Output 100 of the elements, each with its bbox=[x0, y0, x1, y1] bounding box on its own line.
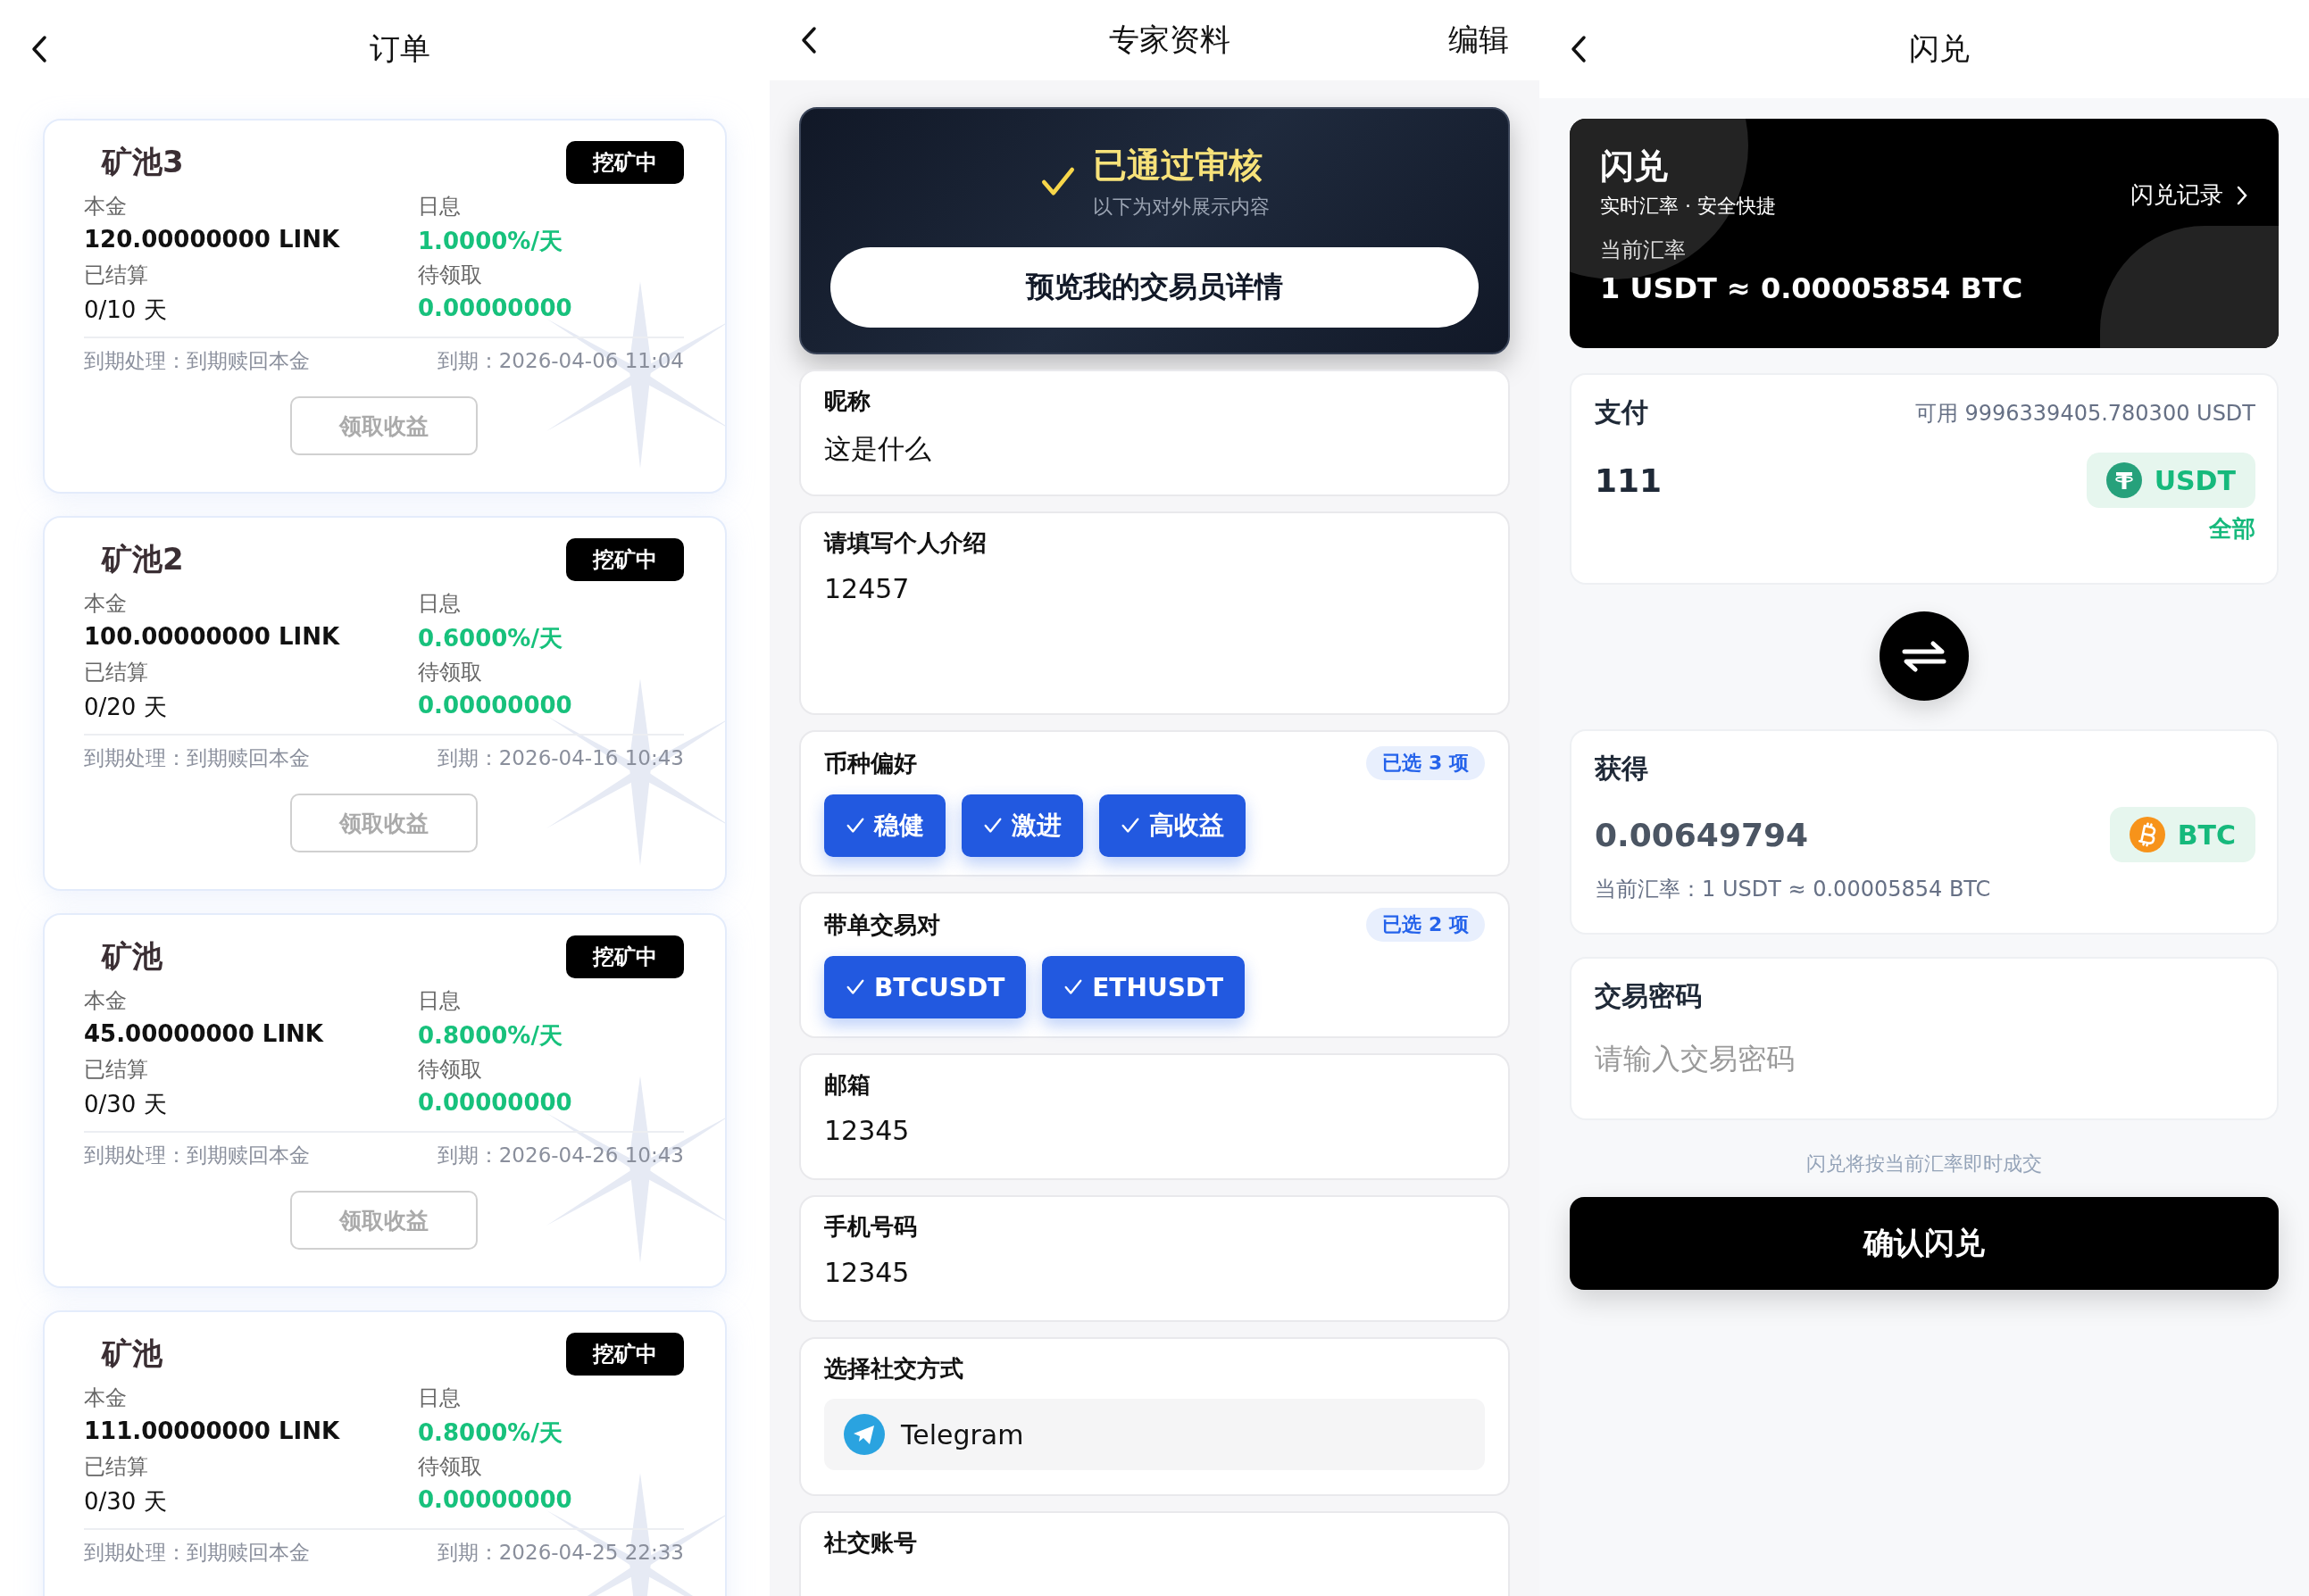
pending-value: 0.00000000 bbox=[418, 1486, 573, 1513]
status-badge: 挖矿中 bbox=[566, 935, 684, 978]
pending-label: 待领取 bbox=[418, 262, 483, 289]
tag-chip[interactable]: ETHUSDT bbox=[1042, 956, 1246, 1018]
expiry-action-text: 到期处理：到期赎回本金 bbox=[84, 745, 310, 771]
preview-button[interactable]: 预览我的交易员详情 bbox=[830, 247, 1479, 328]
tag-chip[interactable]: BTCUSDT bbox=[824, 956, 1027, 1018]
principal-value: 111.00000000 LINK bbox=[84, 1417, 341, 1444]
expiry-date-text: 到期：2026-04-16 10:43 bbox=[437, 745, 684, 771]
check-icon bbox=[1121, 816, 1140, 835]
field-value: 12345 bbox=[824, 1257, 911, 1288]
tether-icon bbox=[2105, 462, 2142, 498]
expiry-date-text: 到期：2026-04-25 22:33 bbox=[437, 1540, 684, 1566]
rate-value: 0.8000%/天 bbox=[418, 1021, 563, 1051]
field-label: 请填写个人介绍 bbox=[824, 528, 988, 558]
pool-name: 矿池3 bbox=[102, 143, 184, 181]
settled-label: 已结算 bbox=[84, 1453, 149, 1481]
expiry-action-text: 到期处理：到期赎回本金 bbox=[84, 1540, 310, 1566]
tag-chip[interactable]: 激进 bbox=[962, 794, 1083, 857]
field-value: 12345 bbox=[824, 1115, 911, 1146]
pay-label: 支付 bbox=[1595, 395, 1648, 429]
field-label: 邮箱 bbox=[824, 1070, 871, 1100]
field-value: 12457 bbox=[824, 573, 911, 604]
chevron-right-icon bbox=[2236, 184, 2248, 206]
principal-value: 45.00000000 LINK bbox=[84, 1020, 325, 1047]
pending-label: 待领取 bbox=[418, 659, 483, 686]
status-badge: 挖矿中 bbox=[566, 1333, 684, 1376]
chevron-left-icon bbox=[800, 26, 818, 54]
rate-text: 当前汇率：1 USDT ≈ 0.00005854 BTC bbox=[1595, 876, 1992, 903]
settled-value: 0/30 天 bbox=[84, 1487, 168, 1517]
review-subtitle: 以下为对外展示内容 bbox=[1093, 195, 1270, 220]
rate-label: 日息 bbox=[418, 590, 462, 618]
paper-plane-icon bbox=[844, 1414, 885, 1455]
settled-value: 0/30 天 bbox=[84, 1090, 168, 1119]
field-label: 昵称 bbox=[824, 387, 871, 416]
settled-label: 已结算 bbox=[84, 659, 149, 686]
settled-value: 0/10 天 bbox=[84, 295, 168, 325]
principal-label: 本金 bbox=[84, 193, 128, 220]
password-label: 交易密码 bbox=[1595, 979, 1703, 1013]
rate-value: 0.8000%/天 bbox=[418, 1418, 563, 1448]
pending-value: 0.00000000 bbox=[418, 1089, 573, 1116]
page-title: 订单 bbox=[369, 29, 431, 68]
pending-label: 待领取 bbox=[418, 1453, 483, 1481]
principal-value: 100.00000000 LINK bbox=[84, 623, 341, 650]
field-label: 选择社交方式 bbox=[824, 1354, 964, 1384]
field-label: 社交账号 bbox=[824, 1528, 918, 1558]
rate-value: 1.0000%/天 bbox=[418, 227, 563, 256]
edit-button[interactable]: 编辑 bbox=[1448, 20, 1509, 61]
expiry-date-text: 到期：2026-04-06 11:04 bbox=[437, 348, 684, 374]
check-icon bbox=[846, 816, 865, 835]
rate-label: 日息 bbox=[418, 1384, 462, 1412]
tag-chip[interactable]: 高收益 bbox=[1099, 794, 1246, 857]
swap-note: 闪兑将按当前汇率即时成交 bbox=[1805, 1151, 2043, 1176]
rate-value: 1 USDT ≈ 0.00005854 BTC bbox=[1600, 271, 2024, 305]
principal-label: 本金 bbox=[84, 590, 128, 618]
status-badge: 挖矿中 bbox=[566, 538, 684, 581]
chevron-left-icon bbox=[30, 35, 48, 63]
page-title: 专家资料 bbox=[1108, 21, 1231, 59]
settled-label: 已结算 bbox=[84, 1056, 149, 1084]
pay-amount: 111 bbox=[1595, 461, 1663, 499]
field-label: 币种偏好 bbox=[824, 748, 917, 778]
social-select[interactable]: Telegram bbox=[824, 1399, 1485, 1470]
check-icon bbox=[846, 977, 865, 997]
pending-label: 待领取 bbox=[418, 1056, 483, 1084]
pool-name: 矿池2 bbox=[102, 540, 184, 578]
tag-chip[interactable]: 稳健 bbox=[824, 794, 946, 857]
banner-title: 闪兑 bbox=[1600, 145, 1669, 187]
expiry-action-text: 到期处理：到期赎回本金 bbox=[84, 1143, 310, 1168]
chevron-left-icon bbox=[1570, 35, 1588, 63]
status-badge: 挖矿中 bbox=[566, 141, 684, 184]
bitcoin-icon bbox=[2129, 817, 2165, 852]
principal-label: 本金 bbox=[84, 1384, 128, 1412]
expiry-action-text: 到期处理：到期赎回本金 bbox=[84, 348, 310, 374]
review-title: 已通过审核 bbox=[1093, 145, 1263, 187]
field-value: 这是什么 bbox=[824, 432, 932, 466]
check-icon bbox=[983, 816, 1003, 835]
rate-label: 当前汇率 bbox=[1600, 237, 1687, 264]
principal-value: 120.00000000 LINK bbox=[84, 226, 341, 253]
settled-label: 已结算 bbox=[84, 262, 149, 289]
pending-value: 0.00000000 bbox=[418, 295, 573, 321]
pool-name: 矿池 bbox=[102, 1334, 163, 1373]
history-link[interactable]: 闪兑记录 bbox=[2130, 179, 2248, 211]
page-title: 闪兑 bbox=[1908, 29, 1971, 68]
pool-name: 矿池 bbox=[102, 937, 163, 976]
check-icon bbox=[1063, 977, 1084, 997]
field-label: 手机号码 bbox=[824, 1212, 918, 1242]
selected-count: 已选 3 项 bbox=[1366, 746, 1485, 780]
available-balance: 可用 9996339405.780300 USDT bbox=[1914, 399, 2255, 428]
confirm-button[interactable]: 确认闪兑 bbox=[1570, 1197, 2279, 1290]
rate-label: 日息 bbox=[418, 193, 462, 220]
expiry-date-text: 到期：2026-04-26 10:43 bbox=[437, 1143, 684, 1168]
pending-value: 0.00000000 bbox=[418, 692, 573, 719]
settled-value: 0/20 天 bbox=[84, 693, 168, 722]
banner-subtitle: 实时汇率 · 安全快捷 bbox=[1600, 194, 1776, 219]
rate-label: 日息 bbox=[418, 987, 462, 1015]
field-label: 带单交易对 bbox=[824, 910, 940, 940]
receive-amount: 0.00649794 bbox=[1595, 816, 1809, 853]
receive-label: 获得 bbox=[1595, 752, 1649, 786]
principal-label: 本金 bbox=[84, 987, 128, 1015]
rate-value: 0.6000%/天 bbox=[418, 624, 563, 653]
